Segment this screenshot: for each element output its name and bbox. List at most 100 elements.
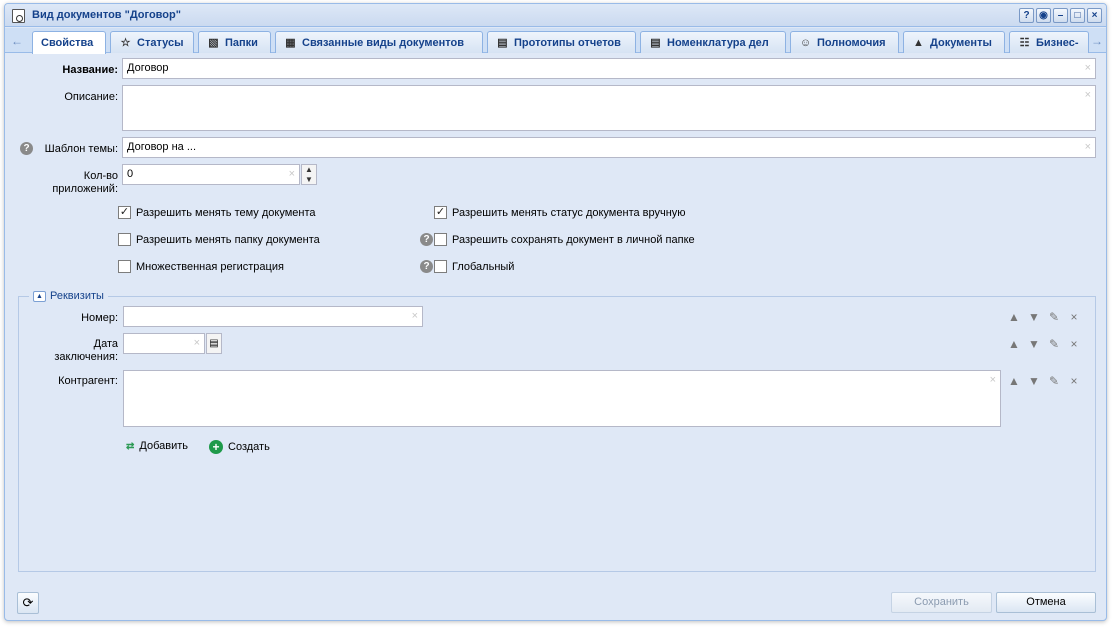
create-requisite-button[interactable]: + Создать [209, 440, 270, 454]
checkbox-unchecked-icon[interactable] [434, 260, 447, 273]
collapse-icon[interactable]: ▲ [33, 290, 46, 302]
date-row-tools: ▲ ▼ ✎ × [1007, 337, 1081, 351]
clear-icon[interactable]: × [194, 337, 200, 349]
checkbox-checked-icon[interactable]: ✓ [118, 206, 131, 219]
window-title: Вид документов "Договор" [32, 9, 181, 21]
tab-business[interactable]: ☷ Бизнес- [1009, 31, 1089, 53]
add-requisite-button[interactable]: ⇄ Добавить [126, 440, 188, 452]
documents-icon: ▲ [913, 36, 924, 49]
name-field[interactable]: Договор × [122, 58, 1096, 79]
description-label: Описание: [64, 91, 118, 103]
help-icon[interactable]: ? [420, 233, 433, 246]
maximize-button[interactable]: □ [1070, 8, 1085, 23]
spin-up-icon[interactable]: ▲ [302, 165, 316, 175]
counterparty-row-tools: ▲ ▼ ✎ × [1007, 374, 1081, 388]
tab-label: Свойства [41, 37, 94, 49]
subject-template-value: Договор на ... [127, 141, 197, 153]
save-button[interactable]: Сохранить [891, 592, 992, 613]
checkbox-multiple-registration[interactable]: Множественная регистрация [118, 260, 284, 273]
move-up-icon[interactable]: ▲ [1007, 310, 1021, 324]
tab-documents[interactable]: ▲ Документы [903, 31, 1005, 53]
tab-report-prototypes[interactable]: ▤ Прототипы отчетов [487, 31, 636, 53]
close-button[interactable]: × [1087, 8, 1102, 23]
checkbox-label: Разрешить менять папку документа [136, 233, 320, 246]
spin-down-icon[interactable]: ▼ [302, 175, 316, 185]
description-field[interactable]: × [122, 85, 1096, 131]
attachments-count-field[interactable]: 0 × [122, 164, 300, 185]
number-label: Номер: [81, 312, 118, 324]
tab-label: Номенклатура дел [667, 36, 769, 49]
binoculars-button[interactable]: ◉ [1036, 8, 1051, 23]
edit-icon[interactable]: ✎ [1047, 310, 1061, 324]
number-field[interactable]: × [123, 306, 423, 327]
number-row-tools: ▲ ▼ ✎ × [1007, 310, 1081, 324]
help-icon[interactable]: ? [20, 142, 33, 155]
clear-icon[interactable]: × [1085, 89, 1091, 101]
tab-statuses[interactable]: ☆ Статусы [110, 31, 194, 53]
attachments-count-value: 0 [127, 168, 134, 180]
subject-template-field[interactable]: Договор на ... × [122, 137, 1096, 158]
report-icon: ▤ [497, 36, 508, 49]
edit-icon[interactable]: ✎ [1047, 374, 1061, 388]
counterparty-field[interactable]: × [123, 370, 1001, 427]
tab-strip: ← Свойства ☆ Статусы ▧ Папки ▦ Связанные… [5, 28, 1106, 54]
tab-scroll-left-icon[interactable]: ← [9, 32, 25, 50]
title-bar[interactable]: Вид документов "Договор" ? ◉ – □ × [5, 4, 1106, 27]
checkbox-allow-change-subject[interactable]: ✓ Разрешить менять тему документа [118, 206, 316, 219]
move-down-icon[interactable]: ▼ [1027, 310, 1041, 324]
attachments-spinner[interactable]: ▲ ▼ [301, 164, 317, 185]
tab-label: Статусы [137, 36, 184, 49]
remove-icon[interactable]: × [1067, 374, 1081, 388]
minimize-button[interactable]: – [1053, 8, 1068, 23]
tab-linked-document-types[interactable]: ▦ Связанные виды документов [275, 31, 483, 53]
tab-label: Документы [930, 36, 992, 49]
checkbox-label: Разрешить менять статус документа вручну… [452, 206, 686, 219]
star-icon: ☆ [120, 36, 131, 49]
clear-icon[interactable]: × [990, 374, 996, 386]
checkbox-global[interactable]: Глобальный [434, 260, 514, 273]
properties-panel: Название: Договор × Описание: × ? Шаблон… [5, 54, 1106, 620]
remove-icon[interactable]: × [1067, 310, 1081, 324]
add-label: Добавить [139, 440, 189, 452]
tab-folders[interactable]: ▧ Папки [198, 31, 271, 53]
remove-icon[interactable]: × [1067, 337, 1081, 351]
tab-case-nomenclature[interactable]: ▤ Номенклатура дел [640, 31, 786, 53]
checkbox-unchecked-icon[interactable] [118, 233, 131, 246]
clear-icon[interactable]: × [289, 168, 295, 180]
checkbox-allow-save-personal-folder[interactable]: Разрешить сохранять документ в личной па… [434, 233, 695, 246]
move-up-icon[interactable]: ▲ [1007, 374, 1021, 388]
move-up-icon[interactable]: ▲ [1007, 337, 1021, 351]
folder-icon: ▧ [208, 36, 219, 49]
move-down-icon[interactable]: ▼ [1027, 337, 1041, 351]
refresh-button[interactable]: ⟳ [17, 592, 39, 614]
checkbox-unchecked-icon[interactable] [434, 233, 447, 246]
requisites-legend[interactable]: ▲ Реквизиты [29, 290, 108, 302]
cancel-button[interactable]: Отмена [996, 592, 1096, 613]
checkbox-allow-change-status[interactable]: ✓ Разрешить менять статус документа вруч… [434, 206, 686, 219]
clear-icon[interactable]: × [1085, 62, 1091, 74]
tab-scroll-right-icon[interactable]: → [1089, 32, 1105, 50]
move-down-icon[interactable]: ▼ [1027, 374, 1041, 388]
tab-properties[interactable]: Свойства [32, 31, 106, 54]
date-field[interactable]: × [123, 333, 205, 354]
refresh-icon: ⟳ [22, 595, 34, 610]
tab-permissions[interactable]: ☺ Полномочия [790, 31, 899, 53]
checkbox-allow-change-folder[interactable]: Разрешить менять папку документа [118, 233, 320, 246]
edit-icon[interactable]: ✎ [1047, 337, 1061, 351]
help-icon[interactable]: ? [420, 260, 433, 273]
linked-doc-icon: ▦ [285, 36, 296, 49]
calendar-icon[interactable]: ▤ [206, 333, 222, 354]
clear-icon[interactable]: × [412, 310, 418, 322]
help-button[interactable]: ? [1019, 8, 1034, 23]
document-settings-icon [12, 9, 25, 23]
requisites-title: Реквизиты [50, 290, 104, 302]
user-permissions-icon: ☺ [799, 36, 812, 49]
checkbox-label: Множественная регистрация [136, 260, 284, 273]
document-type-window: Вид документов "Договор" ? ◉ – □ × ← Сво… [4, 3, 1107, 621]
plus-circle-icon: + [209, 440, 223, 454]
checkbox-checked-icon[interactable]: ✓ [434, 206, 447, 219]
link-add-icon: ⇄ [126, 440, 135, 452]
checkbox-unchecked-icon[interactable] [118, 260, 131, 273]
clear-icon[interactable]: × [1085, 141, 1091, 153]
tab-label: Полномочия [817, 36, 886, 49]
